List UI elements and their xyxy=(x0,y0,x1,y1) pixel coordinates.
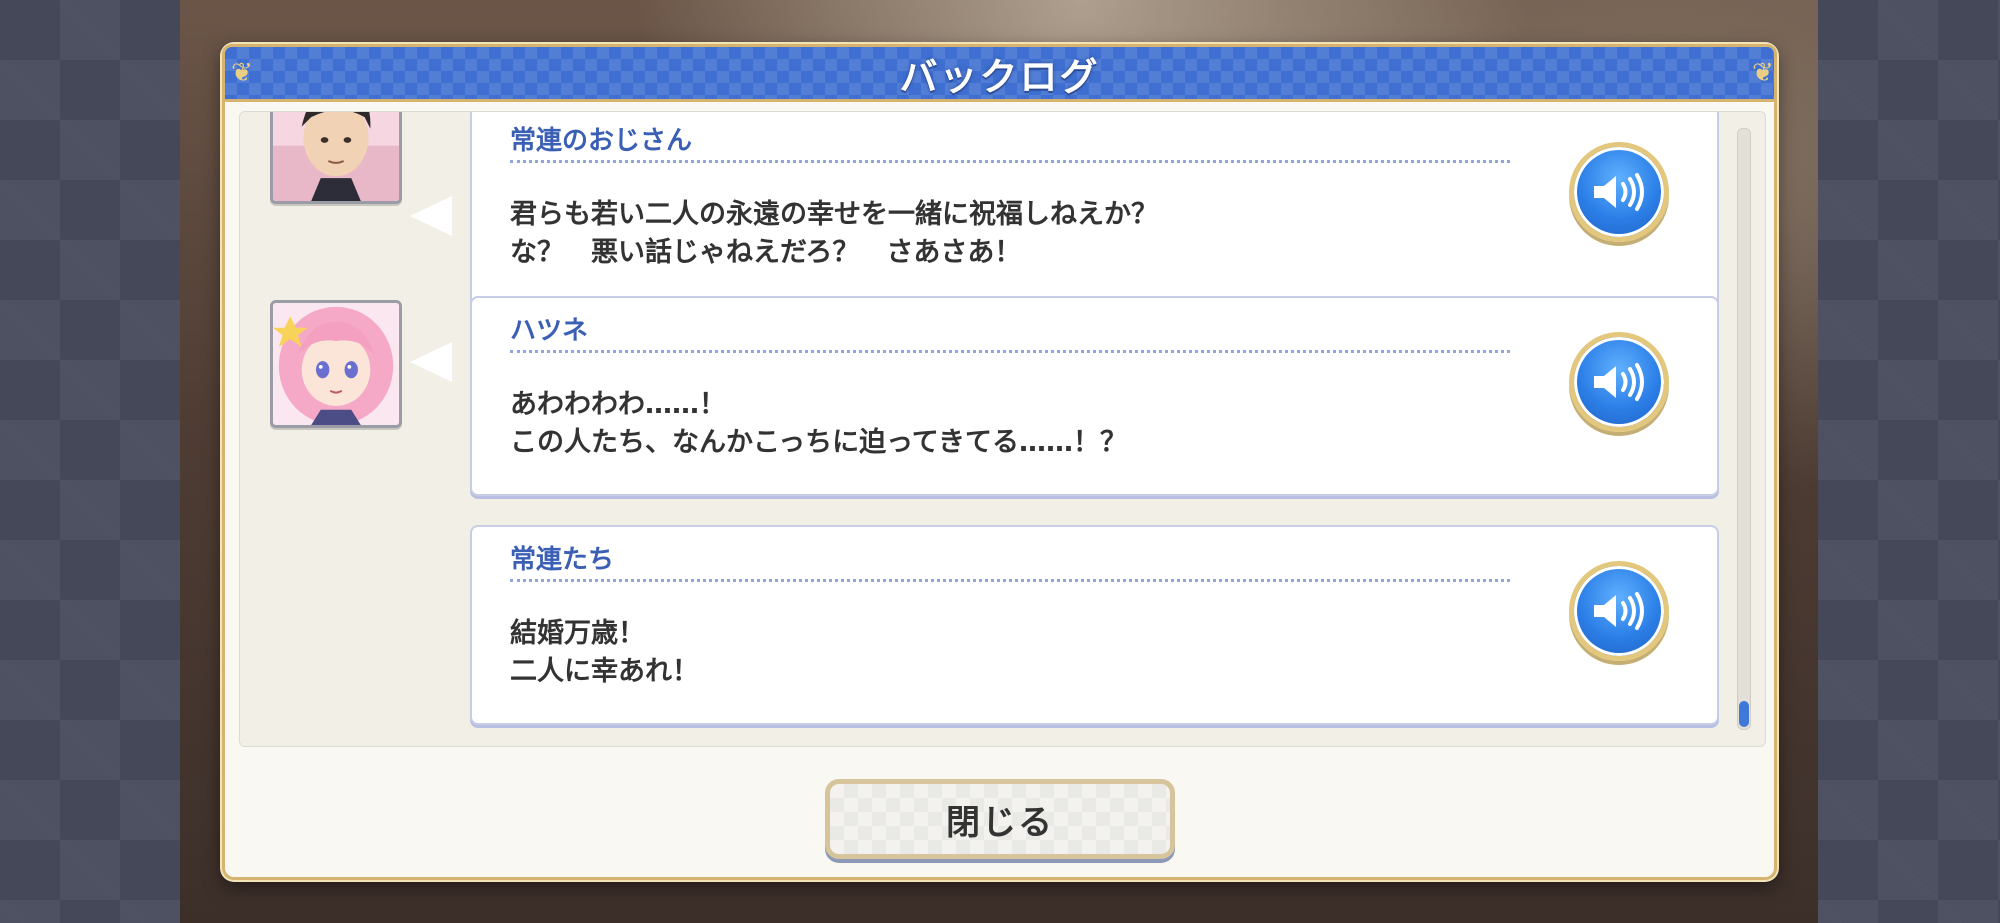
voice-replay-button[interactable] xyxy=(1569,332,1669,432)
speech-bubble: ハツネ あわわわわ……！ この人たち、なんかこっちに迫ってきてる……！？ xyxy=(470,296,1719,496)
speech-bubble-tail xyxy=(410,342,452,382)
dialogue-line: この人たち、なんかこっちに迫ってきてる……！？ xyxy=(510,427,1127,458)
backlog-list[interactable]: 常連のおじさん 君らも若い二人の永遠の幸せを一緒に祝福しねえか？ な？ 悪い話じ… xyxy=(239,111,1766,747)
avatar xyxy=(270,112,402,204)
close-button[interactable]: 閉じる xyxy=(825,779,1175,859)
speaker-volume-icon xyxy=(1594,592,1644,630)
dialogue-line: 結婚万歳！ xyxy=(510,618,645,649)
backlog-dialog: ❦ バックログ ❦ 常連のおじさん 君らも若い二人の永遠の幸せを一緒に祝福しねえ… xyxy=(222,44,1777,880)
divider xyxy=(510,350,1510,353)
dialogue-line: 二人に幸あれ！ xyxy=(510,656,699,687)
speaker-volume-icon xyxy=(1594,363,1644,401)
close-button-label: 閉じる xyxy=(946,802,1054,843)
dialogue-line: な？ 悪い話じゃねえだろ？ さあさあ！ xyxy=(510,237,1022,268)
dialog-title: バックログ xyxy=(899,54,1100,99)
dialogue-line: 君らも若い二人の永遠の幸せを一緒に祝福しねえか？ xyxy=(510,199,1158,230)
speech-bubble: 常連のおじさん 君らも若い二人の永遠の幸せを一緒に祝福しねえか？ な？ 悪い話じ… xyxy=(470,112,1719,306)
ornament-icon: ❦ xyxy=(1752,58,1774,88)
avatar xyxy=(270,300,402,428)
dialog-title-bar: ❦ バックログ ❦ xyxy=(222,44,1777,102)
speech-bubble-tail xyxy=(410,196,452,236)
voice-replay-button[interactable] xyxy=(1569,561,1669,661)
speaker-name: 常連たち xyxy=(510,545,615,575)
dialogue-line: あわわわわ……！ xyxy=(510,389,726,420)
background-pattern-right xyxy=(1818,0,2000,923)
speaker-name: 常連のおじさん xyxy=(510,126,693,156)
divider xyxy=(510,579,1510,582)
voice-replay-button[interactable] xyxy=(1569,142,1669,242)
background-pattern-left xyxy=(0,0,180,923)
scrollbar-thumb[interactable] xyxy=(1739,701,1749,727)
ornament-icon: ❦ xyxy=(231,58,253,88)
scrollbar[interactable] xyxy=(1737,128,1751,730)
speaker-volume-icon xyxy=(1594,173,1644,211)
speech-bubble: 常連たち 結婚万歳！ 二人に幸あれ！ xyxy=(470,525,1719,725)
speaker-name: ハツネ xyxy=(510,316,589,346)
divider xyxy=(510,160,1510,163)
